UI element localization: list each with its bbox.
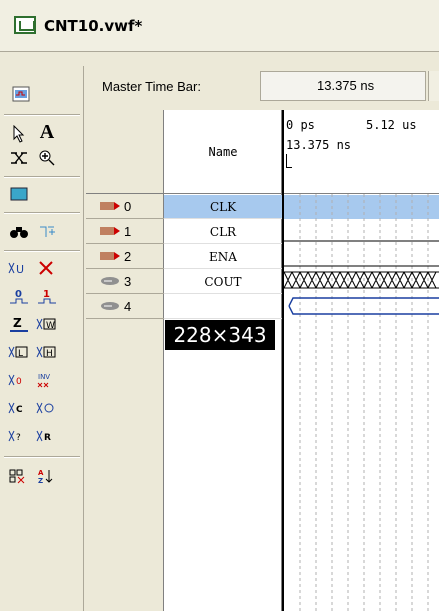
master-time-bar-label: Master Time Bar: (102, 79, 201, 94)
svg-text:R: R (44, 433, 51, 443)
ruler-mark-label: 5.12 us (366, 118, 417, 132)
node-name-cout[interactable]: COUT (164, 270, 282, 294)
output-pin-icon (101, 277, 119, 285)
sort-icon[interactable]: AZ (34, 464, 60, 488)
selection-tool-icon[interactable] (6, 122, 32, 146)
uninitialized-icon[interactable]: U (6, 256, 32, 280)
text-tool-icon[interactable]: A (34, 120, 60, 144)
random-value-icon[interactable]: ? (6, 424, 32, 448)
replace-icon[interactable] (34, 220, 60, 244)
count-value-icon[interactable]: INV (34, 368, 60, 392)
svg-text:C: C (16, 405, 23, 415)
weak-unknown-icon[interactable]: W (34, 312, 60, 336)
forcing-low-icon[interactable]: 0 (6, 284, 32, 308)
node-index: 0 (124, 199, 132, 214)
svg-text:L: L (18, 349, 23, 359)
document-tab[interactable]: CNT10.vwf* (0, 0, 439, 52)
input-pin-icon (100, 227, 120, 235)
ruler-start-label: 0 ps (286, 118, 315, 132)
snap-random-icon[interactable]: R (34, 424, 60, 448)
master-time-bar: Master Time Bar: 13.375 ns (86, 66, 439, 110)
svg-text:INV: INV (38, 373, 50, 381)
node-index: 2 (124, 249, 132, 264)
waveform-editor-icon[interactable] (8, 82, 34, 106)
index-header (86, 110, 164, 194)
weak-low-icon[interactable]: L (6, 340, 32, 364)
full-screen-icon[interactable] (6, 182, 32, 206)
time-cursor-marker[interactable] (286, 154, 292, 168)
node-name-bus[interactable] (164, 295, 282, 319)
bus-output-pin-icon (101, 302, 119, 310)
node-index: 1 (124, 224, 132, 239)
node-row-0[interactable]: 0 (86, 195, 164, 219)
dimension-overlay-label: 228×343 (165, 320, 275, 350)
input-pin-icon (100, 202, 120, 210)
svg-text:A: A (38, 469, 44, 477)
node-name-clk[interactable]: CLK (164, 195, 282, 219)
zoom-tool-icon[interactable] (34, 146, 60, 170)
forcing-high-icon[interactable]: 1 (34, 284, 60, 308)
bus-waveform (288, 297, 439, 315)
waveform-file-icon (14, 16, 36, 34)
snap-to-grid-icon[interactable] (6, 464, 32, 488)
node-row-1[interactable]: 1 (86, 220, 164, 244)
svg-text:0: 0 (15, 289, 22, 300)
cursor-time-label: 13.375 ns (286, 138, 352, 152)
svg-text:H: H (46, 349, 53, 359)
name-column-header: Name (164, 110, 282, 194)
master-time-bar-spin[interactable] (428, 71, 439, 101)
svg-text:?: ? (16, 433, 21, 443)
node-name-column: Name CLK CLR ENA COUT (164, 110, 282, 611)
window-title: CNT10.vwf* (44, 17, 143, 35)
cout-undefined-waveform (284, 271, 439, 289)
node-name-ena[interactable]: ENA (164, 245, 282, 269)
master-time-bar-value[interactable]: 13.375 ns (260, 71, 426, 101)
node-index-column: 0 1 2 3 4 (86, 110, 164, 611)
node-name-clr[interactable]: CLR (164, 220, 282, 244)
svg-text:Z: Z (38, 477, 43, 485)
clock-icon[interactable]: C (6, 396, 32, 420)
high-impedance-icon[interactable]: Z (6, 312, 32, 336)
node-row-2[interactable]: 2 (86, 245, 164, 269)
svg-text:W: W (46, 321, 55, 331)
input-pin-icon (100, 252, 120, 260)
svg-text:0: 0 (16, 377, 22, 387)
waveform-editing-tool-icon[interactable] (6, 146, 32, 170)
time-grid-lines (299, 194, 429, 611)
waveform-toolbar: A U 0 1 Z W L H 0 INV C ? R A Z (0, 66, 84, 611)
time-ruler[interactable]: 0 ps 5.12 us 13.375 ns (284, 110, 439, 194)
node-row-4[interactable]: 4 (86, 295, 164, 319)
node-index: 3 (124, 274, 132, 289)
arbitrary-value-icon[interactable] (34, 396, 60, 420)
waveform-display[interactable]: 0 ps 5.12 us 13.375 ns (282, 110, 439, 611)
svg-text:Z: Z (13, 316, 22, 330)
invert-icon[interactable]: 0 (6, 368, 32, 392)
dont-care-icon[interactable] (34, 256, 60, 280)
waveform-canvas[interactable] (284, 194, 439, 611)
find-icon[interactable] (6, 220, 32, 244)
waveform-grid: 0 1 2 3 4 Name CLK CLR ENA COUT 0 ps 5.1… (86, 110, 439, 611)
node-index: 4 (124, 299, 132, 314)
selected-row-highlight (284, 195, 439, 219)
svg-text:1: 1 (43, 289, 50, 300)
node-row-3[interactable]: 3 (86, 270, 164, 294)
svg-text:U: U (16, 263, 24, 276)
weak-high-icon[interactable]: H (34, 340, 60, 364)
